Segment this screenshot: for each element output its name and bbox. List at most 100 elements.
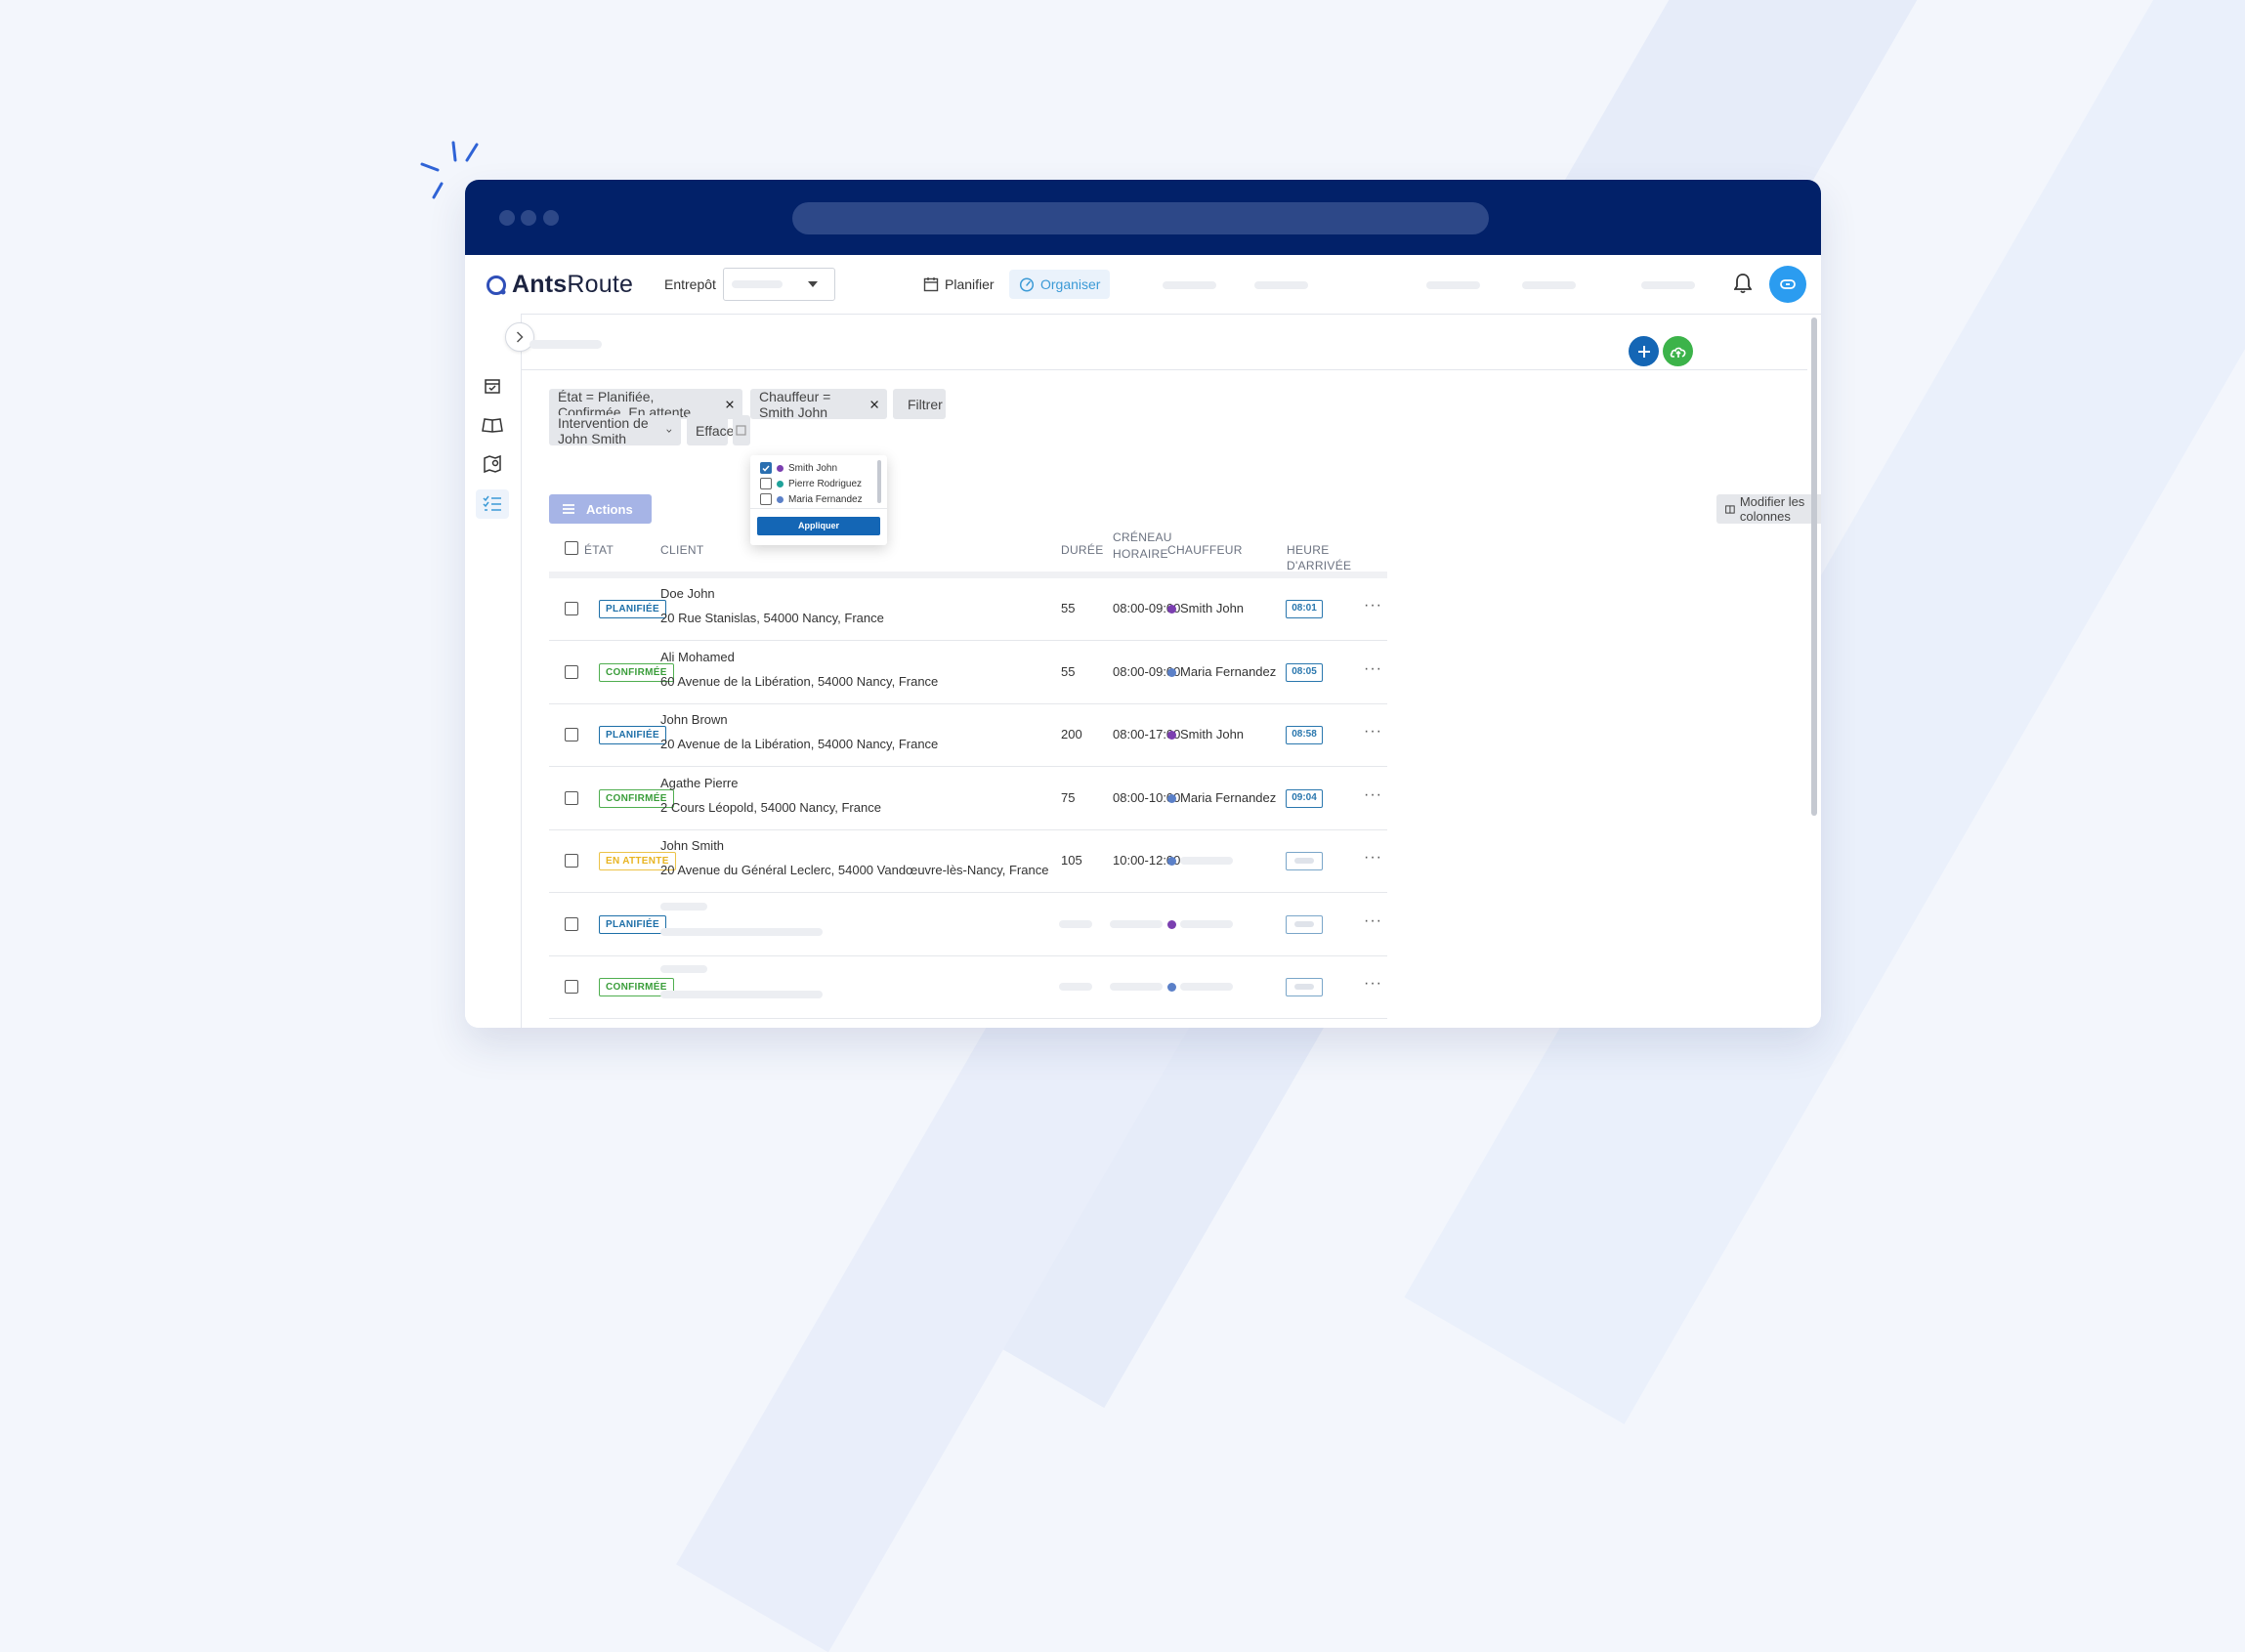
calendar-check-icon xyxy=(485,379,500,394)
client-address: 60 Avenue de la Libération, 54000 Nancy,… xyxy=(660,673,939,689)
filter-chip-driver[interactable]: Chauffeur = Smith John xyxy=(750,389,887,420)
more-options-icon[interactable]: ··· xyxy=(1364,912,1382,930)
list-actions-icon xyxy=(563,504,574,514)
select-all-checkbox[interactable] xyxy=(565,541,578,555)
nav-placeholder xyxy=(1426,281,1480,289)
client-name: Doe John xyxy=(660,586,715,601)
arrival-time-badge xyxy=(1286,978,1323,996)
table-row[interactable]: PLANIFIÉE Doe John 20 Rue Stanislas, 54000… xyxy=(549,577,1387,641)
row-checkbox[interactable] xyxy=(565,854,578,868)
more-options-icon[interactable]: ··· xyxy=(1364,660,1382,678)
actions-button[interactable]: Actions xyxy=(549,494,652,524)
table-row[interactable]: CONFIRMÉE Ali Mohamed 60 Avenue de la Libé… xyxy=(549,641,1387,704)
edit-columns-button[interactable]: Modifier les colonnes xyxy=(1716,494,1821,524)
sidebar-item-book[interactable] xyxy=(476,410,509,440)
sidebar-item-map[interactable] xyxy=(476,449,509,479)
sidebar-item-list[interactable] xyxy=(476,489,509,519)
dropdown-scrollbar[interactable] xyxy=(877,460,881,503)
row-checkbox[interactable] xyxy=(565,602,578,615)
status-badge: PLANIFIÉE xyxy=(599,726,666,744)
apply-label: Appliquer xyxy=(798,521,839,530)
table-row[interactable]: EN ATTENTE John Smith 20 Avenue du Général… xyxy=(549,829,1387,893)
duration-value: 200 xyxy=(1061,727,1082,741)
address-bar[interactable] xyxy=(792,202,1489,234)
dropdown-option-pierre-rodriguez[interactable]: Pierre Rodriguez xyxy=(760,476,862,491)
warehouse-label: Entrepôt xyxy=(664,276,716,292)
warehouse-select[interactable] xyxy=(723,268,835,301)
row-checkbox[interactable] xyxy=(565,980,578,994)
more-options-icon[interactable]: ··· xyxy=(1364,597,1382,614)
app: AntsRoute Entrepôt Planifier Organiser É… xyxy=(465,255,1821,1028)
more-options-icon[interactable]: ··· xyxy=(1364,723,1382,741)
client-name: John Brown xyxy=(660,712,728,727)
add-button[interactable] xyxy=(1629,336,1659,366)
user-avatar[interactable] xyxy=(1769,266,1806,303)
driver-color-dot xyxy=(1167,793,1176,803)
row-checkbox[interactable] xyxy=(565,790,578,805)
driver-name: Smith John xyxy=(1180,601,1245,615)
save-view-button[interactable] xyxy=(733,415,750,445)
driver-color-dot xyxy=(777,464,784,472)
table-row[interactable]: CONFIRMÉE ··· xyxy=(549,955,1387,1019)
loading-placeholder xyxy=(1294,984,1314,990)
option-checkbox[interactable] xyxy=(760,493,772,505)
column-header-driver[interactable]: CHAUFFEUR xyxy=(1167,542,1243,558)
table-row[interactable]: PLANIFIÉE ··· xyxy=(549,893,1387,956)
clear-filters-button[interactable]: Effacer xyxy=(687,415,739,445)
loading-placeholder xyxy=(1110,983,1163,991)
sidebar-item-calendar[interactable] xyxy=(476,371,509,401)
bell-icon[interactable] xyxy=(1734,273,1752,294)
driver-color-dot xyxy=(1167,605,1176,614)
nav-organiser-label: Organiser xyxy=(1040,276,1101,292)
column-header-slot-line2[interactable]: HORAIRE xyxy=(1113,546,1168,562)
loading-placeholder xyxy=(1294,920,1314,927)
loading-placeholder xyxy=(1180,983,1233,991)
dropdown-option-smith-john[interactable]: Smith John xyxy=(760,460,837,476)
window-dot xyxy=(499,210,515,226)
loading-placeholder xyxy=(660,965,707,973)
option-checkbox[interactable] xyxy=(760,462,772,474)
row-checkbox[interactable] xyxy=(565,728,578,741)
loading-placeholder xyxy=(1180,919,1233,928)
more-options-icon[interactable]: ··· xyxy=(1364,975,1382,993)
driver-color-dot xyxy=(777,495,784,503)
option-label: Smith John xyxy=(788,462,838,474)
filter-button[interactable]: Filtrer xyxy=(893,389,946,419)
close-icon[interactable] xyxy=(726,399,734,410)
arrival-time-badge: 09:04 xyxy=(1286,788,1323,808)
column-header-duration[interactable]: DURÉE xyxy=(1061,542,1104,558)
loading-placeholder xyxy=(1294,858,1314,864)
dropdown-option-maria-fernandez[interactable]: Maria Fernandez xyxy=(760,491,863,507)
column-header-slot-line1[interactable]: CRÉNEAU xyxy=(1113,529,1172,545)
status-badge: PLANIFIÉE xyxy=(599,600,666,618)
client-address: 20 Avenue du Général Leclerc, 54000 Vand… xyxy=(660,863,1049,877)
sidebar xyxy=(465,314,522,1028)
row-checkbox[interactable] xyxy=(565,916,578,931)
client-name: John Smith xyxy=(660,838,725,853)
caret-down-icon xyxy=(808,281,818,287)
close-icon[interactable] xyxy=(870,399,878,410)
nav-planifier[interactable]: Planifier xyxy=(913,270,1004,299)
client-address: 20 Avenue de la Libération, 54000 Nancy,… xyxy=(660,737,939,751)
driver-color-dot xyxy=(1167,731,1176,740)
upload-button[interactable] xyxy=(1663,336,1693,366)
option-checkbox[interactable] xyxy=(760,478,772,489)
nav-organiser[interactable]: Organiser xyxy=(1009,270,1111,299)
page-scrollbar[interactable] xyxy=(1811,318,1817,816)
option-label: Pierre Rodriguez xyxy=(788,478,863,489)
arrival-time-badge: 08:01 xyxy=(1286,600,1323,618)
column-header-client[interactable]: CLIENT xyxy=(660,542,703,558)
driver-name: Maria Fernandez xyxy=(1180,663,1277,679)
column-header-state[interactable]: ÉTAT xyxy=(584,542,614,558)
loading-placeholder xyxy=(1059,983,1092,991)
column-header-arrival[interactable]: HEURE D'ARRIVÉE xyxy=(1287,542,1387,573)
row-checkbox[interactable] xyxy=(565,664,578,679)
table-row[interactable]: CONFIRMÉE Agathe Pierre 2 Cours Léopold, 5… xyxy=(549,767,1387,830)
more-options-icon[interactable]: ··· xyxy=(1364,786,1382,804)
more-options-icon[interactable]: ··· xyxy=(1364,849,1382,867)
table-row[interactable]: PLANIFIÉE John Brown 20 Avenue de la Libér… xyxy=(549,703,1387,767)
saved-view-select[interactable]: Intervention de John Smith xyxy=(549,415,681,446)
loading-placeholder xyxy=(660,927,823,936)
columns-icon xyxy=(1725,504,1735,514)
apply-button[interactable]: Appliquer xyxy=(757,517,880,535)
